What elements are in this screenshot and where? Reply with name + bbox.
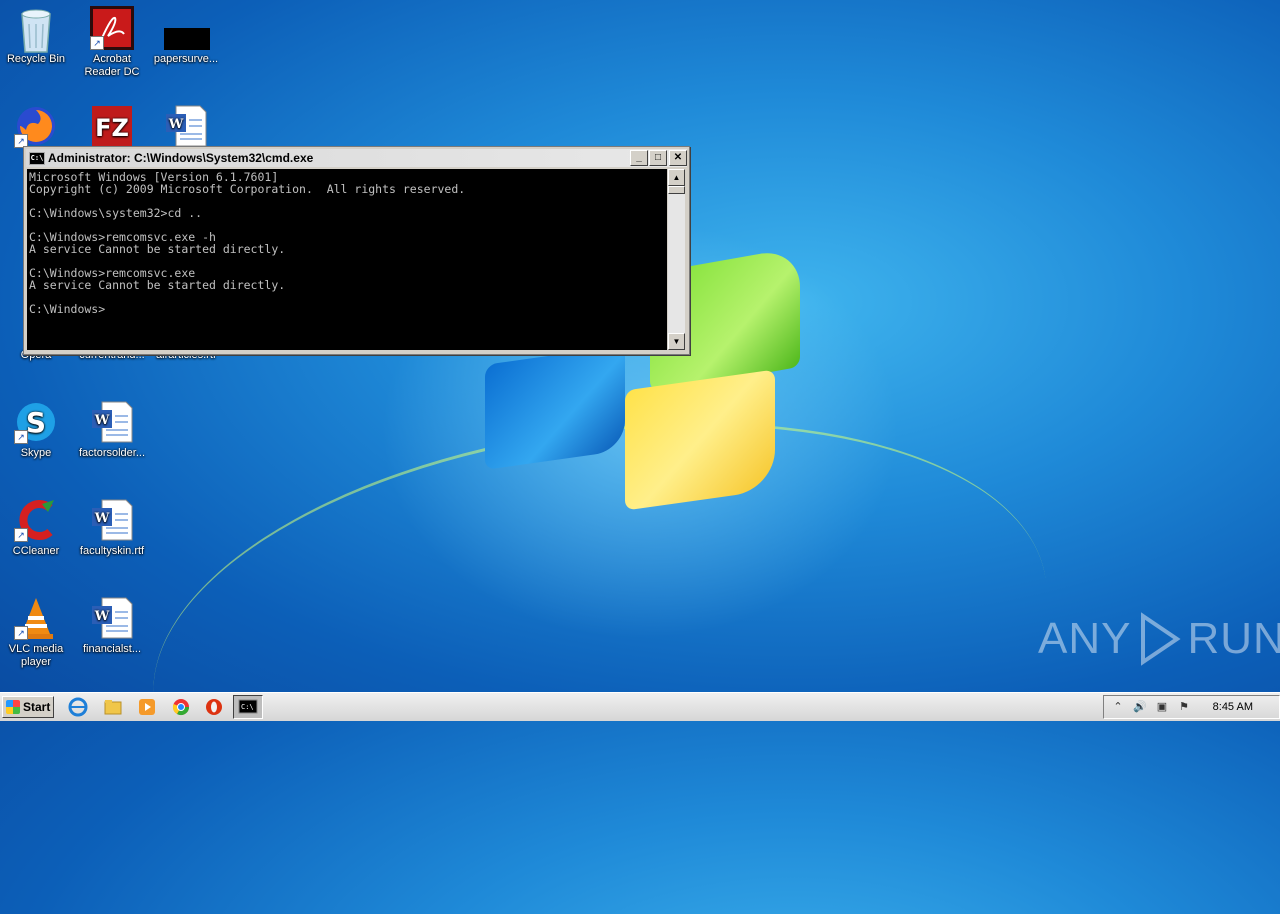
network-icon[interactable]: ▣ bbox=[1154, 700, 1170, 714]
svg-text:W: W bbox=[94, 511, 110, 526]
desktop-icon-facultyskin[interactable]: W facultyskin.rtf bbox=[76, 498, 148, 558]
desktop-icon-label: Skype bbox=[20, 447, 52, 459]
cmd-console-output[interactable]: Microsoft Windows [Version 6.1.7601] Cop… bbox=[27, 169, 667, 350]
cmd-window-title: Administrator: C:\Windows\System32\cmd.e… bbox=[48, 151, 314, 165]
taskbar-media-player-icon[interactable] bbox=[137, 697, 157, 717]
taskbar-explorer-icon[interactable] bbox=[103, 697, 123, 717]
watermark-text-left: ANY bbox=[1038, 614, 1132, 663]
start-label: Start bbox=[23, 700, 51, 714]
cmd-vertical-scrollbar[interactable]: ▲ ▼ bbox=[668, 169, 685, 350]
taskbar-chrome-icon[interactable] bbox=[171, 697, 191, 717]
word-doc-icon: W bbox=[90, 596, 134, 640]
desktop-icon-skype[interactable]: S ↗ Skype bbox=[0, 400, 72, 460]
filezilla-icon: FZ bbox=[90, 104, 134, 148]
cmd-system-icon[interactable]: C:\ bbox=[29, 151, 45, 165]
cmd-window[interactable]: C:\ Administrator: C:\Windows\System32\c… bbox=[23, 146, 690, 355]
vlc-icon: ↗ bbox=[14, 596, 58, 640]
taskbar-cmd-icon[interactable]: C:\ bbox=[233, 695, 263, 719]
recycle-bin-icon bbox=[14, 6, 58, 53]
desktop-icon-label: factorsolder... bbox=[78, 447, 146, 459]
action-center-flag-icon[interactable]: ⚑ bbox=[1176, 700, 1192, 714]
svg-text:C:\: C:\ bbox=[241, 703, 254, 711]
svg-text:W: W bbox=[94, 609, 110, 624]
desktop-icon-label: VLC media player bbox=[8, 643, 64, 668]
desktop-icon-firefox[interactable]: ↗ bbox=[0, 104, 72, 151]
word-doc-icon: W bbox=[90, 498, 134, 542]
desktop-icon-label: financialst... bbox=[82, 643, 142, 655]
desktop-icon-papersurvey[interactable]: papersurve... bbox=[150, 6, 222, 66]
desktop-icon-factorsolder[interactable]: W factorsolder... bbox=[76, 400, 148, 460]
desktop-icon-label: Recycle Bin bbox=[6, 53, 66, 65]
start-button[interactable]: Start bbox=[2, 696, 54, 718]
desktop-icon-vlc[interactable]: ↗ VLC media player bbox=[0, 596, 72, 669]
volume-icon[interactable]: 🔊 bbox=[1132, 700, 1148, 714]
clock[interactable]: 8:45 AM bbox=[1213, 701, 1253, 713]
watermark-text-right: RUN bbox=[1187, 614, 1280, 663]
scroll-thumb[interactable] bbox=[668, 186, 685, 194]
svg-text:W: W bbox=[94, 413, 110, 428]
desktop-icon-label: CCleaner bbox=[12, 545, 60, 557]
ccleaner-icon: ↗ bbox=[14, 498, 58, 542]
minimize-button[interactable]: _ bbox=[630, 150, 648, 166]
desktop-icon-financialst[interactable]: W financialst... bbox=[76, 596, 148, 656]
anyrun-watermark: ANY RUN bbox=[1038, 612, 1280, 666]
taskbar-opera-icon[interactable] bbox=[204, 697, 224, 717]
maximize-button[interactable]: □ bbox=[649, 150, 667, 166]
desktop-icon-label: Acrobat Reader DC bbox=[84, 53, 140, 78]
desktop-icon-label: facultyskin.rtf bbox=[79, 545, 145, 557]
cmd-title-bar[interactable]: C:\ Administrator: C:\Windows\System32\c… bbox=[26, 149, 687, 167]
windows-flag-icon bbox=[6, 700, 20, 714]
desktop-icon-word-doc[interactable]: W bbox=[150, 104, 222, 151]
scroll-up-button[interactable]: ▲ bbox=[668, 169, 685, 186]
taskbar: Start C:\ ⌃ 🔊 ▣ ⚑ 8:45 AM bbox=[0, 692, 1280, 721]
scroll-down-button[interactable]: ▼ bbox=[668, 333, 685, 350]
close-button[interactable]: ✕ bbox=[669, 150, 687, 166]
show-hidden-icons-chevron[interactable]: ⌃ bbox=[1110, 700, 1126, 714]
word-doc-icon: W bbox=[164, 104, 208, 148]
black-file-icon bbox=[164, 6, 210, 50]
play-icon bbox=[1141, 612, 1182, 666]
acrobat-icon: ↗ bbox=[90, 6, 134, 50]
system-tray: ⌃ 🔊 ▣ ⚑ 8:45 AM bbox=[1103, 695, 1280, 719]
svg-text:FZ: FZ bbox=[95, 114, 129, 142]
svg-text:S: S bbox=[26, 406, 46, 439]
desktop-icon-label: papersurve... bbox=[153, 53, 219, 65]
desktop-icon-ccleaner[interactable]: ↗ CCleaner bbox=[0, 498, 72, 558]
skype-icon: S ↗ bbox=[14, 400, 58, 444]
desktop-icon-recycle-bin[interactable]: Recycle Bin bbox=[0, 6, 72, 66]
taskbar-ie-icon[interactable] bbox=[68, 697, 88, 717]
svg-text:W: W bbox=[168, 117, 184, 132]
desktop-icon-filezilla[interactable]: FZ bbox=[76, 104, 148, 151]
firefox-icon: ↗ bbox=[14, 104, 58, 148]
word-doc-icon: W bbox=[90, 400, 134, 444]
desktop-icon-acrobat[interactable]: ↗ Acrobat Reader DC bbox=[76, 6, 148, 79]
